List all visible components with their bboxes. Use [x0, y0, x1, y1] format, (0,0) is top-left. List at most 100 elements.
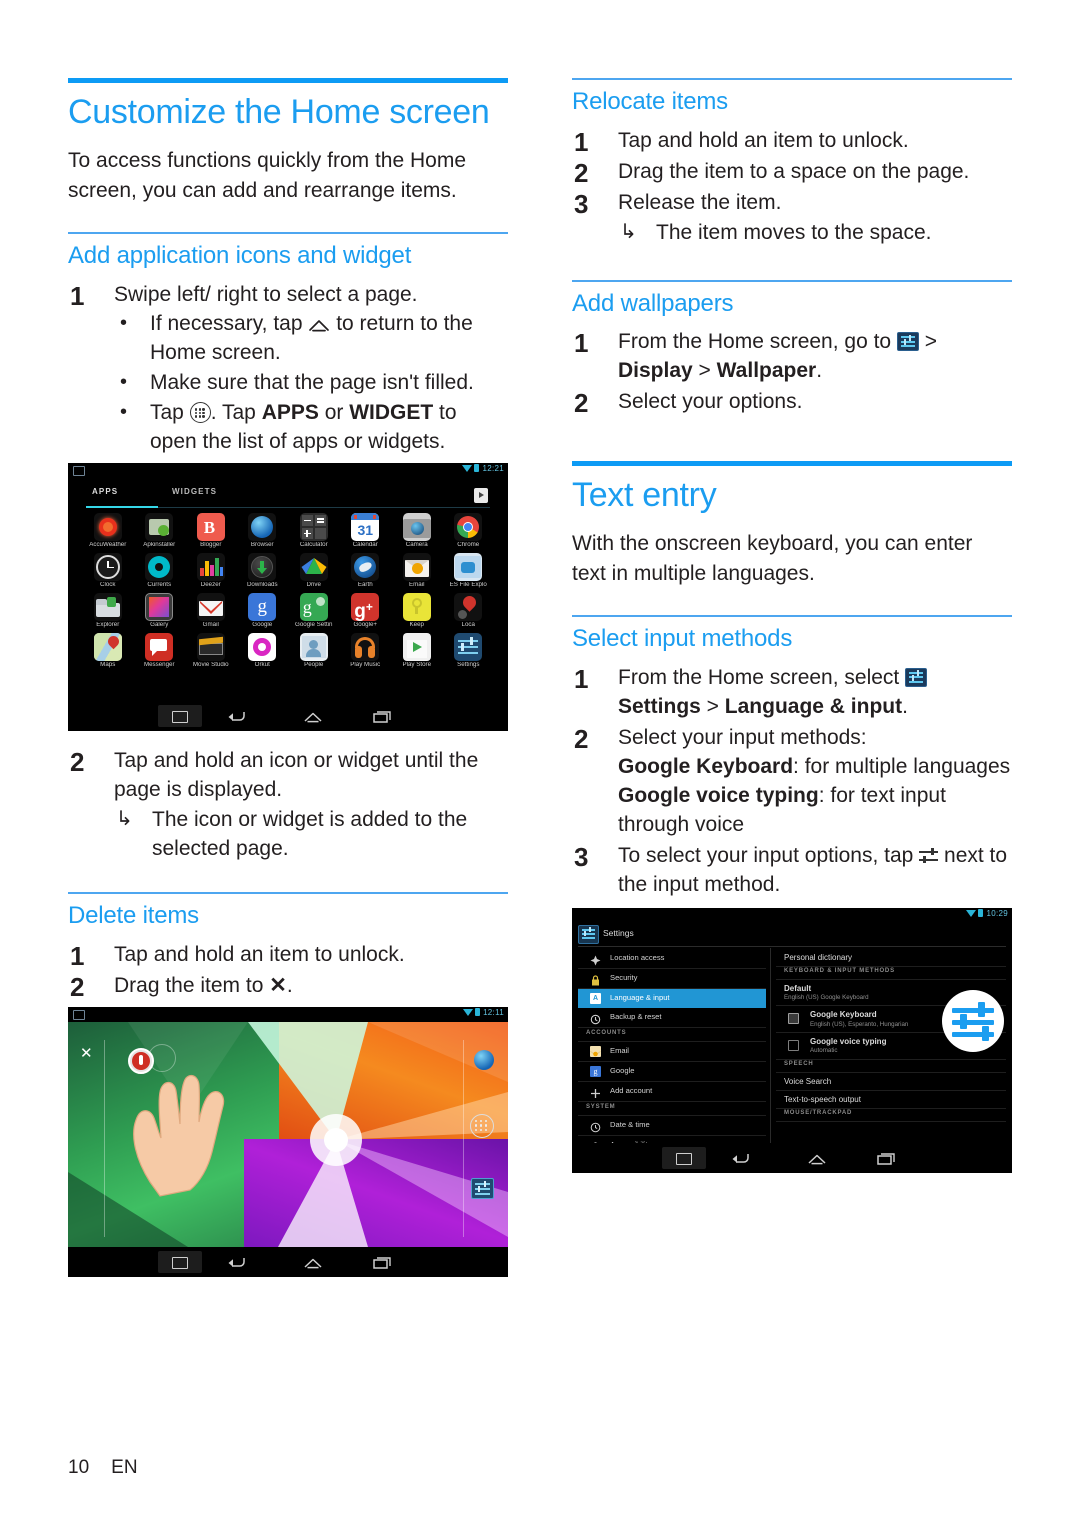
app-cell[interactable]: Gmail — [185, 592, 237, 629]
settings-sidebar: Location access Security A Language & in… — [578, 949, 766, 1156]
messenger-icon — [145, 632, 174, 661]
tab-widgets[interactable]: WIDGETS — [172, 487, 217, 496]
sidebar-item-language-and-input[interactable]: A Language & input — [578, 988, 766, 1008]
page-edge-left — [104, 1039, 105, 1237]
app-cell[interactable]: Deezer — [185, 553, 237, 589]
step-text: Swipe left/ right to select a page. — [114, 282, 418, 306]
detail-row-voice-search[interactable]: Voice Search — [776, 1073, 1006, 1091]
app-cell[interactable]: Explorer — [82, 592, 134, 629]
app-label: Currents — [147, 582, 172, 589]
app-cell[interactable]: Settings — [443, 632, 495, 669]
app-cell[interactable]: Play Music — [340, 632, 392, 669]
sliders-icon — [919, 847, 939, 865]
app-cell[interactable]: Downloads — [237, 553, 289, 589]
app-label: People — [304, 661, 324, 668]
section-heading-add-wallpapers: Add wallpapers — [572, 289, 734, 317]
wallpapers-steps: 1 From the Home screen, go to > Display … — [572, 328, 1012, 418]
app-cell[interactable]: Browser — [237, 513, 289, 549]
app-cell[interactable]: Keep — [391, 592, 443, 629]
step-number: 1 — [574, 328, 589, 359]
app-cell[interactable]: Orkut — [237, 632, 289, 669]
home-icon[interactable] — [303, 710, 323, 728]
app-cell[interactable]: AccuWeather — [82, 513, 134, 549]
app-cell[interactable]: Chrome — [443, 513, 495, 549]
app-cell[interactable]: g Google Settin — [288, 592, 340, 629]
tab-selected-underline — [86, 506, 158, 509]
screenshot-icon[interactable] — [662, 1146, 706, 1169]
input-methods-steps: 1 From the Home screen, select Settings … — [572, 664, 1012, 900]
back-icon[interactable] — [732, 1152, 750, 1170]
google-voice-typing-label: Google voice typing — [618, 783, 819, 807]
app-cell[interactable]: Maps — [82, 632, 134, 669]
play-store-icon — [402, 632, 431, 661]
tab-apps[interactable]: APPS — [92, 487, 118, 496]
sidebar-item-date-and-time[interactable]: Date & time — [578, 1116, 766, 1136]
app-cell[interactable]: Clock — [82, 553, 134, 589]
sidebar-item-email[interactable]: Email — [578, 1042, 766, 1062]
recents-icon[interactable] — [373, 710, 391, 728]
row-title: Personal dictionary — [784, 952, 853, 962]
google-icon: g — [248, 592, 277, 621]
app-cell[interactable]: Drive — [288, 553, 340, 589]
delete-target-x-icon[interactable]: ✕ — [80, 1044, 93, 1062]
detail-row-personal-dictionary[interactable]: Personal dictionary — [776, 949, 1006, 967]
result-text: The item moves to the space. — [656, 220, 932, 244]
back-icon[interactable] — [228, 1256, 246, 1274]
app-cell[interactable]: Movie Studio — [185, 632, 237, 669]
text-entry-heading-rule — [572, 461, 1012, 467]
battery-icon — [474, 464, 480, 473]
page-footer: 10 EN — [68, 1457, 138, 1479]
browser-icon[interactable] — [474, 1049, 494, 1070]
sidebar-item-location-access[interactable]: Location access — [578, 949, 766, 969]
clock-icon — [590, 1120, 601, 1132]
play-store-icon[interactable] — [474, 488, 488, 504]
app-cell[interactable]: 31 Calendar — [340, 513, 392, 549]
app-label: Settings — [457, 661, 480, 668]
app-cell[interactable]: Currents — [134, 553, 186, 589]
home-icon[interactable] — [303, 1256, 323, 1274]
app-cell[interactable]: g+ Google+ — [340, 592, 392, 629]
app-cell[interactable]: Camera — [391, 513, 443, 549]
explorer-icon — [93, 592, 122, 621]
detail-row-text-to-speech-output[interactable]: Text-to-speech output — [776, 1091, 1006, 1110]
app-label: Loca — [461, 621, 475, 628]
display-label: Display — [618, 359, 693, 383]
app-cell[interactable]: B Blogger — [185, 513, 237, 549]
checkbox-google-voice-typing[interactable] — [788, 1040, 799, 1052]
status-right: 12:21 — [462, 464, 504, 473]
apps-grid-icon[interactable] — [470, 1113, 494, 1138]
clock-icon — [93, 553, 122, 582]
step1-bullets: • If necessary, tap to return to the Hom… — [114, 310, 508, 457]
app-cell[interactable]: Messenger — [134, 632, 186, 669]
step-text: Tap and hold an item to unlock. — [618, 128, 909, 152]
dragged-app-icon[interactable] — [128, 1047, 154, 1074]
sidebar-item-add-account[interactable]: Add account — [578, 1082, 766, 1102]
screenshot-icon[interactable] — [158, 705, 202, 728]
app-cell[interactable]: Calculator — [288, 513, 340, 549]
app-cell[interactable]: Galery — [134, 592, 186, 629]
page-title: Customize the Home screen — [68, 93, 490, 131]
text-entry-intro: With the onscreen keyboard, you can ente… — [572, 532, 973, 586]
sidebar-item-security[interactable]: Security — [578, 969, 766, 989]
sidebar-item-backup-and-reset[interactable]: Backup & reset — [578, 1008, 766, 1028]
people-icon — [299, 632, 328, 661]
back-icon[interactable] — [228, 710, 246, 728]
sidebar-item-google[interactable]: g Google — [578, 1062, 766, 1082]
app-cell[interactable]: ES File Explo — [443, 553, 495, 589]
detail-group-keyboard-input-methods: KEYBOARD & INPUT METHODS — [776, 967, 1006, 980]
app-cell[interactable]: Loca — [443, 592, 495, 629]
local-icon — [454, 592, 483, 621]
app-cell[interactable]: Apkinstaller — [134, 513, 186, 549]
app-cell[interactable]: Email — [391, 553, 443, 589]
screenshot-icon[interactable] — [158, 1250, 202, 1273]
checkbox-google-keyboard[interactable] — [788, 1013, 799, 1025]
home-icon[interactable] — [807, 1152, 827, 1170]
recents-icon[interactable] — [877, 1152, 895, 1170]
app-cell[interactable]: g Google — [237, 592, 289, 629]
step-item: 1 Tap and hold an item to unlock. — [572, 127, 1012, 157]
app-cell[interactable]: Play Store — [391, 632, 443, 669]
settings-icon[interactable] — [471, 1177, 494, 1199]
app-cell[interactable]: Earth — [340, 553, 392, 589]
app-cell[interactable]: People — [288, 632, 340, 669]
recents-icon[interactable] — [373, 1256, 391, 1274]
